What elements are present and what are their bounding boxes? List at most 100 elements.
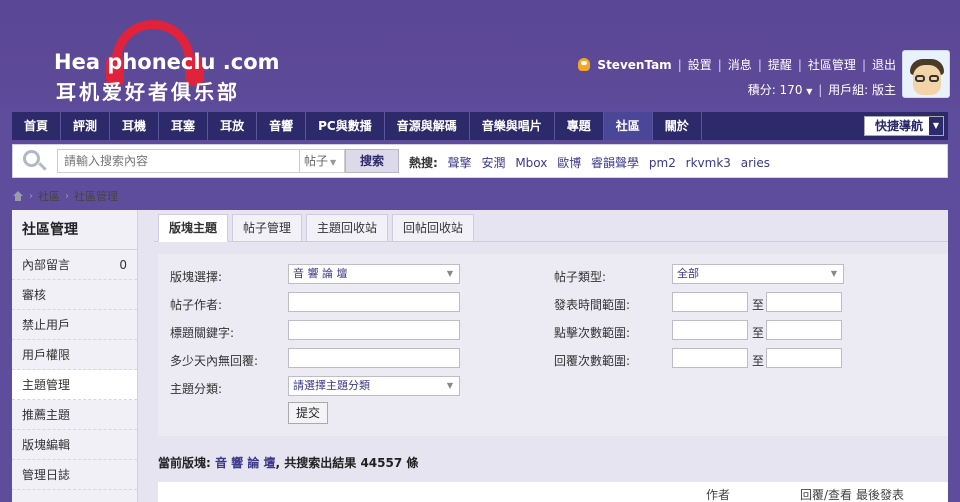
- chevron-down-icon[interactable]: ▼: [806, 87, 812, 96]
- col-author: 作者: [706, 488, 731, 502]
- forum-select-label: 版塊選擇:: [170, 270, 223, 284]
- sidebar-item-internal-messages[interactable]: 內部留言 0: [12, 250, 137, 280]
- replies-range-label: 回覆次數範圍:: [554, 354, 631, 368]
- hot-word-link[interactable]: 聲擎: [448, 156, 472, 170]
- search-input[interactable]: [57, 149, 299, 173]
- category-label: 主題分類:: [170, 382, 223, 396]
- nav-source-decoding[interactable]: 音源與解碼: [385, 112, 470, 140]
- tab-forum-threads[interactable]: 版塊主題: [158, 214, 229, 242]
- breadcrumb-community-manage[interactable]: 社區管理: [74, 188, 118, 204]
- chevron-down-icon: ▼: [446, 269, 453, 278]
- hot-word-link[interactable]: 安潤: [481, 156, 505, 170]
- notifications-link[interactable]: 提醒: [768, 56, 792, 73]
- hot-word-link[interactable]: aries: [741, 156, 770, 170]
- post-type-select[interactable]: 全部 ▼: [672, 264, 844, 284]
- sidebar-item-label: 推薦主題: [22, 408, 71, 422]
- keyword-input[interactable]: [288, 320, 460, 340]
- chevron-down-icon: ▼: [446, 381, 453, 390]
- tab-reply-recycle[interactable]: 回帖回收站: [392, 214, 475, 242]
- nav-audio[interactable]: 音響: [257, 112, 307, 140]
- breadcrumb-community[interactable]: 社區: [38, 188, 60, 204]
- quick-nav-button[interactable]: 快捷導航 ▼: [864, 116, 944, 136]
- content-area: 社區管理 內部留言 0 審核 禁止用戶 用戶權限 主題管理 推薦主題 版塊編輯 …: [12, 210, 948, 502]
- tab-thread-recycle[interactable]: 主題回收站: [306, 214, 389, 242]
- user-menu: StevenTam | 設置 | 消息 | 提醒 | 社區管理 | 退出 積分:…: [578, 56, 896, 98]
- sidebar-item-label: 主題管理: [22, 378, 71, 392]
- author-input[interactable]: [288, 292, 460, 312]
- hot-word-link[interactable]: pm2: [649, 156, 676, 170]
- nav-topics[interactable]: 專題: [555, 112, 604, 140]
- search-type-select[interactable]: 帖子 ▼: [299, 149, 345, 173]
- settings-link[interactable]: 設置: [688, 56, 712, 73]
- replies-to-input[interactable]: [766, 348, 842, 368]
- result-forum-link[interactable]: 音 響 論 壇: [215, 456, 276, 470]
- nav-community[interactable]: 社區: [603, 112, 653, 140]
- views-to-input[interactable]: [766, 320, 842, 340]
- hot-word-link[interactable]: Mbox: [515, 156, 547, 170]
- sidebar-item-label: 審核: [22, 288, 47, 302]
- sidebar-item-manage-log[interactable]: 管理日誌: [12, 460, 137, 490]
- result-prefix: 當前版塊:: [158, 456, 211, 470]
- search-type-value: 帖子: [304, 154, 329, 168]
- site-logo[interactable]: Hea phoneclu .com 耳机爱好者俱乐部: [50, 20, 280, 104]
- submit-button[interactable]: 提交: [288, 402, 328, 424]
- hot-word-link[interactable]: rkvmk3: [686, 156, 731, 170]
- tab-post-manage[interactable]: 帖子管理: [232, 214, 303, 242]
- keyword-label: 標題關鍵字:: [170, 326, 235, 340]
- search-bar: 帖子▼ 搜索 熱搜: 聲擎 安潤 Mbox 歐博 睿韻聲學 pm2 rkvmk3…: [12, 144, 948, 178]
- chevron-right-icon: ›: [65, 190, 69, 202]
- sidebar-item-recommend-threads[interactable]: 推薦主題: [12, 400, 137, 430]
- avatar[interactable]: [902, 50, 950, 98]
- hot-word-link[interactable]: 睿韻聲學: [591, 156, 639, 170]
- breadcrumb: › 社區 › 社區管理: [12, 186, 118, 206]
- noreply-days-input[interactable]: [288, 348, 460, 368]
- logo-tagline: 耳机爱好者俱乐部: [56, 80, 240, 104]
- nav-music-records[interactable]: 音樂與唱片: [470, 112, 555, 140]
- messages-link[interactable]: 消息: [728, 56, 752, 73]
- post-time-to-input[interactable]: [766, 292, 842, 312]
- views-range-label: 點擊次數範圍:: [554, 326, 631, 340]
- sidebar-item-thread-manage[interactable]: 主題管理: [12, 370, 137, 400]
- nav-reviews[interactable]: 評測: [61, 112, 111, 140]
- to-label: 至: [752, 354, 765, 368]
- replies-from-input[interactable]: [672, 348, 748, 368]
- main-panel: 版塊主題 帖子管理 主題回收站 回帖回收站 版塊選擇: 音 響 論 壇 ▼ 帖子…: [154, 210, 948, 502]
- nav-amps[interactable]: 耳放: [208, 112, 258, 140]
- points-link[interactable]: 積分: 170: [748, 83, 803, 97]
- nav-earphones[interactable]: 耳塞: [159, 112, 209, 140]
- sidebar-item-label: 用戶權限: [22, 348, 71, 362]
- to-label: 至: [752, 326, 765, 340]
- sidebar-item-moderation[interactable]: 審核: [12, 280, 137, 310]
- views-from-input[interactable]: [672, 320, 748, 340]
- username-link[interactable]: StevenTam: [597, 58, 671, 72]
- hot-searches: 熱搜: 聲擎 安潤 Mbox 歐博 睿韻聲學 pm2 rkvmk3 aries: [409, 154, 770, 171]
- post-time-from-input[interactable]: [672, 292, 748, 312]
- nav-headphones[interactable]: 耳機: [110, 112, 160, 140]
- qq-penguin-icon: [578, 58, 591, 71]
- sidebar-item-user-permissions[interactable]: 用戶權限: [12, 340, 137, 370]
- logout-link[interactable]: 退出: [872, 56, 896, 73]
- sidebar-item-label: 管理日誌: [22, 468, 71, 482]
- sidebar-item-label: 版塊編輯: [22, 438, 71, 452]
- chevron-right-icon: ›: [29, 190, 33, 202]
- forum-select[interactable]: 音 響 論 壇 ▼: [288, 264, 460, 284]
- forum-select-value: 音 響 論 壇: [293, 267, 348, 280]
- post-time-label: 發表時間範圍:: [554, 298, 631, 312]
- nav-home[interactable]: 首頁: [12, 112, 62, 140]
- sidebar: 社區管理 內部留言 0 審核 禁止用戶 用戶權限 主題管理 推薦主題 版塊編輯 …: [12, 210, 138, 502]
- hot-word-link[interactable]: 歐博: [557, 156, 581, 170]
- sidebar-title: 社區管理: [12, 210, 137, 250]
- chevron-down-icon: ▼: [929, 117, 943, 135]
- search-button[interactable]: 搜索: [345, 149, 399, 173]
- nav-pc-digital[interactable]: PC與數播: [306, 112, 385, 140]
- quick-nav-label: 快捷導航: [875, 119, 924, 133]
- nav-about[interactable]: 關於: [653, 112, 702, 140]
- user-group-link[interactable]: 用戶組: 版主: [828, 83, 896, 97]
- home-icon[interactable]: [12, 191, 24, 201]
- category-select[interactable]: 請選擇主題分類 ▼: [288, 376, 460, 396]
- sidebar-item-ban-users[interactable]: 禁止用戶: [12, 310, 137, 340]
- site-header: Hea phoneclu .com 耳机爱好者俱乐部 StevenTam | 設…: [0, 0, 960, 108]
- category-select-value: 請選擇主題分類: [293, 379, 370, 392]
- community-manage-link[interactable]: 社區管理: [808, 56, 856, 73]
- sidebar-item-forum-edit[interactable]: 版塊編輯: [12, 430, 137, 460]
